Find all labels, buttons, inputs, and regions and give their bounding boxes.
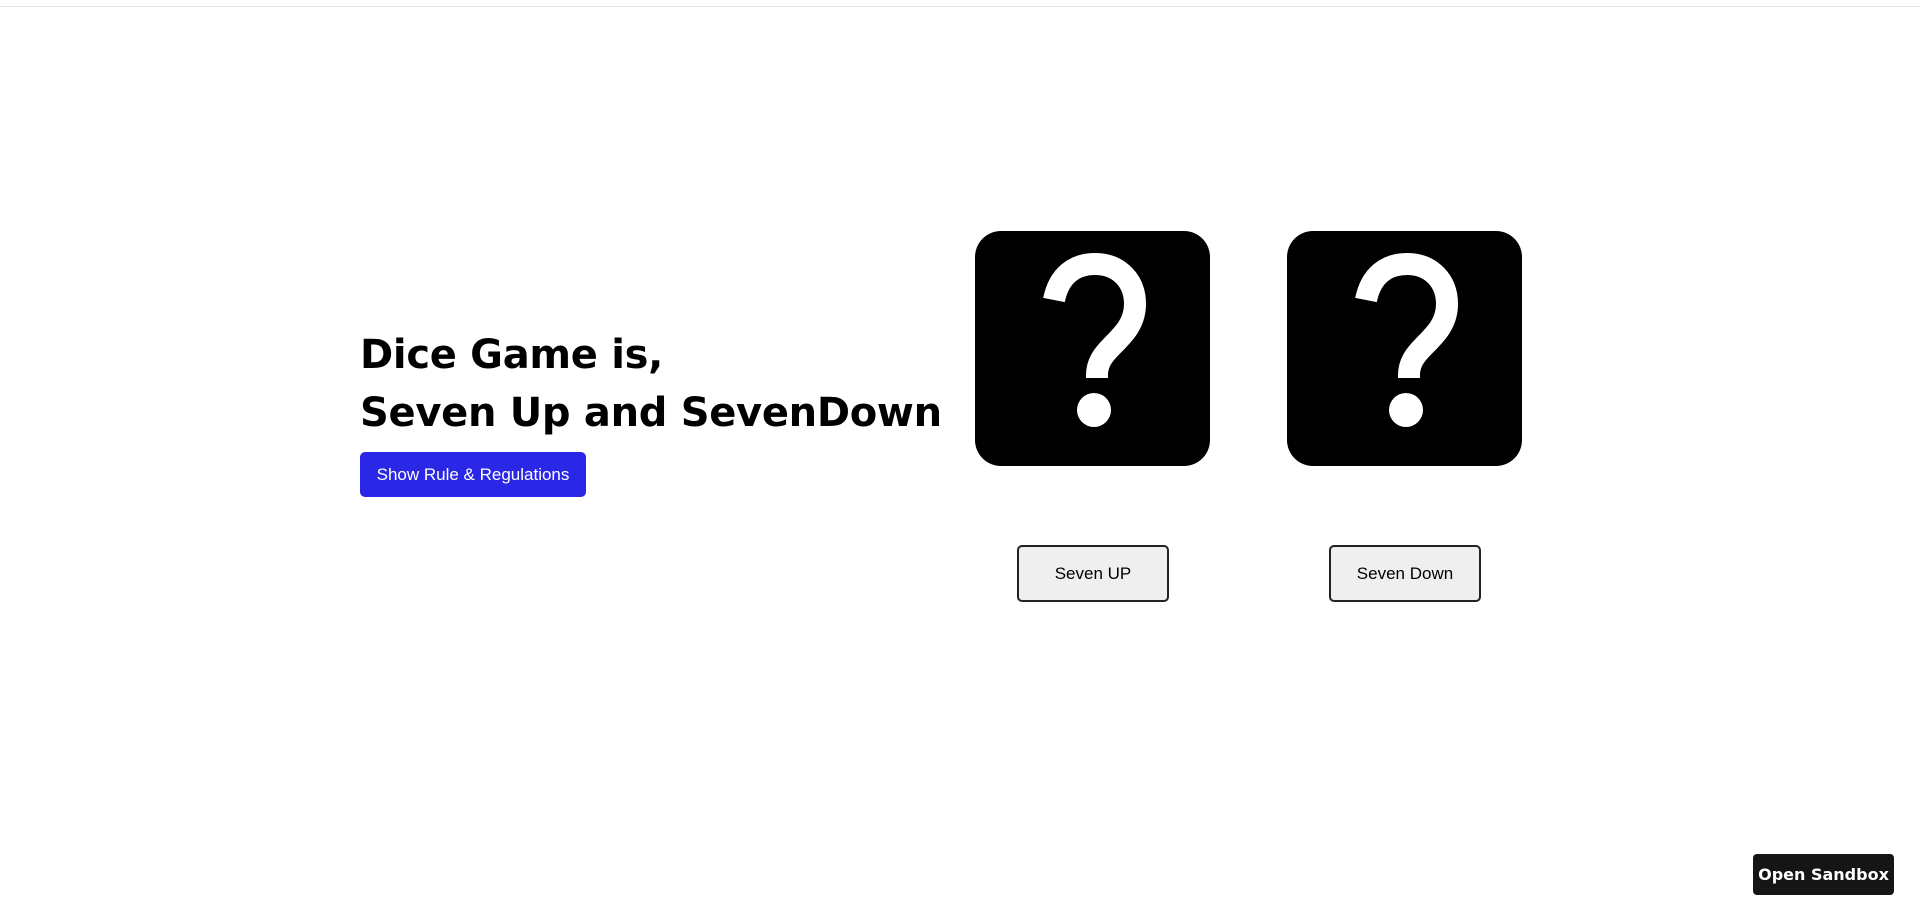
show-rules-button[interactable]: Show Rule & Regulations bbox=[360, 452, 586, 497]
open-sandbox-button[interactable]: Open Sandbox bbox=[1753, 854, 1894, 895]
page-title: Dice Game is, Seven Up and SevenDown bbox=[360, 326, 942, 442]
title-line-2: Seven Up and SevenDown bbox=[360, 390, 942, 436]
title-line-1: Dice Game is, bbox=[360, 332, 664, 378]
question-mark-icon bbox=[1355, 253, 1458, 427]
question-mark-icon bbox=[1043, 253, 1146, 427]
dice-2 bbox=[1287, 231, 1522, 466]
dice-column-2: Seven Down bbox=[1287, 231, 1522, 602]
intro-section: Dice Game is, Seven Up and SevenDown Sho… bbox=[360, 326, 942, 497]
dice-1 bbox=[975, 231, 1210, 466]
dice-column-1: Seven UP bbox=[975, 231, 1210, 602]
seven-up-button[interactable]: Seven UP bbox=[1017, 545, 1169, 602]
seven-down-button[interactable]: Seven Down bbox=[1329, 545, 1481, 602]
top-divider bbox=[0, 6, 1920, 7]
